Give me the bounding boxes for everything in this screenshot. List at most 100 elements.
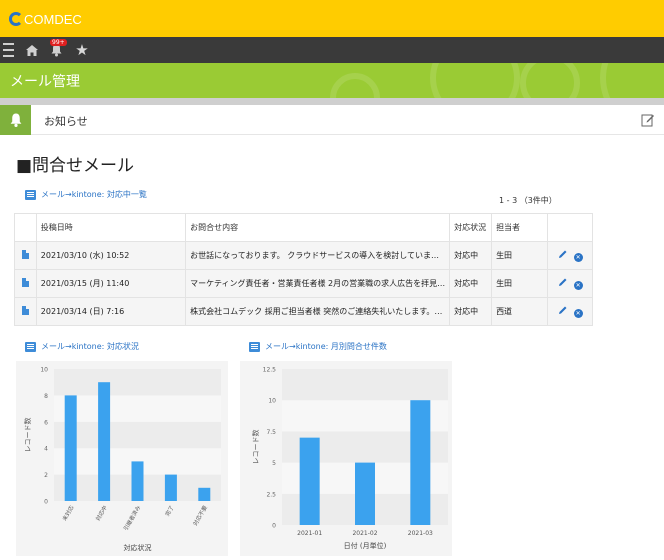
delete-icon[interactable]: ✕ (573, 281, 583, 290)
delete-icon[interactable]: ✕ (573, 253, 583, 262)
y-tick-label: 0 (272, 523, 276, 530)
decorative-circle (600, 63, 664, 98)
chart-link-monthly[interactable]: メール→kintone: 月別問合せ件数 (249, 341, 387, 352)
decorative-circle (330, 73, 380, 98)
edit-pencil-icon[interactable] (558, 277, 568, 287)
favorites-star-icon[interactable]: ★ (74, 37, 90, 63)
content-cell: マーケティング責任者・営業責任者様 2月の営業職の求人広告を拝見… (185, 269, 451, 298)
table-header-cell (14, 213, 37, 242)
chart-bar (410, 400, 431, 525)
chart-link-label: メール→kintone: 月別問合せ件数 (265, 342, 387, 351)
x-axis-label: 日付 (月単位) (344, 541, 387, 550)
chart-bar (164, 474, 177, 501)
list-link-label: メール→kintone: 対応中一覧 (41, 190, 147, 199)
y-tick-label: 2 (44, 472, 48, 479)
table-header-cell: お問合せ内容 (185, 213, 451, 242)
decorative-circle (430, 63, 520, 98)
decorative-circle (520, 63, 580, 98)
home-icon[interactable] (24, 37, 40, 63)
top-logo-bar: COMDEC (0, 0, 664, 37)
date-cell: 2021/03/14 (日) 7:16 (35, 297, 187, 326)
y-tick-label: 10 (268, 398, 276, 405)
table-header-row: 投稿日時 お問合せ内容 対応状況 担当者 (14, 213, 593, 242)
grid-band (54, 395, 221, 422)
x-tick-label: 対応中 (94, 504, 109, 522)
table-header-cell: 対応状況 (449, 213, 493, 242)
list-icon (25, 189, 36, 200)
list-icon (249, 341, 260, 352)
x-tick-label: 2021-03 (408, 530, 433, 537)
chart-bar (355, 462, 375, 525)
x-tick-label: 完了 (163, 504, 175, 518)
table-row[interactable]: 2021/03/10 (水) 10:52 お世話になっております。 クラウドサー… (14, 241, 593, 270)
content-cell: 株式会社コムデック 採用ご担当者様 突然のご連絡失礼いたします。… (185, 297, 451, 326)
chart-link-status[interactable]: メール→kintone: 対応状況 (25, 341, 139, 352)
logo-text: COMDEC (24, 11, 82, 27)
logo-mark-icon (9, 12, 23, 26)
table-header-cell: 投稿日時 (35, 213, 187, 242)
content-cell: お世話になっております。 クラウドサービスの導入を検討していま… (185, 241, 451, 270)
y-axis-label: レコード数 (23, 418, 32, 453)
notice-label: お知らせ (44, 115, 88, 128)
page-title: メール管理 (10, 74, 80, 90)
pagination-info: 1 - 3 （3件中） (499, 196, 557, 205)
chart-bar (64, 395, 77, 501)
section-title: ■問合せメール (16, 156, 135, 176)
x-tick-label: 未対応 (60, 504, 75, 523)
divider-strip (0, 98, 664, 105)
y-tick-label: 0 (44, 499, 48, 506)
inquiry-table: 投稿日時 お問合せ内容 対応状況 担当者 2021/03/10 (水) 10:5… (14, 213, 593, 326)
edit-pencil-icon[interactable] (558, 249, 568, 259)
y-tick-label: 7.5 (266, 429, 276, 436)
status-cell: 対応中 (449, 297, 493, 326)
date-cell: 2021/03/10 (水) 10:52 (35, 241, 187, 270)
monthly-chart-panel: 0 2.5 5 7.5 10 12.5 レコード数 2021-01 2021-02 2021-03… (240, 361, 452, 556)
table-row[interactable]: 2021/03/14 (日) 7:16 株式会社コムデック 採用ご担当者様 突然… (14, 297, 593, 326)
x-tick-label: 引継者済み (122, 504, 143, 532)
grid-band (54, 369, 221, 396)
chart-bar (98, 382, 111, 501)
y-tick-label: 12.5 (263, 367, 277, 374)
table-header-cell (547, 213, 593, 242)
y-tick-label: 5 (272, 460, 276, 467)
date-cell: 2021/03/15 (月) 11:40 (35, 269, 187, 298)
y-tick-label: 6 (44, 419, 48, 426)
y-tick-label: 4 (44, 446, 48, 453)
assignee-cell: 生田 (491, 241, 549, 270)
x-tick-label: 2021-02 (352, 530, 377, 537)
record-detail-icon[interactable] (21, 278, 29, 287)
chart-bar (299, 437, 320, 525)
y-axis-label: レコード数 (251, 430, 260, 465)
delete-icon[interactable]: ✕ (573, 309, 583, 318)
grid-band (282, 369, 448, 401)
status-cell: 対応中 (449, 269, 493, 298)
record-detail-icon[interactable] (21, 250, 29, 259)
list-icon (25, 341, 36, 352)
company-logo[interactable]: COMDEC (9, 11, 82, 27)
chart-link-label: メール→kintone: 対応状況 (41, 342, 139, 351)
chart-bar (198, 487, 211, 501)
y-tick-label: 10 (40, 367, 48, 374)
y-tick-label: 8 (44, 393, 48, 400)
notification-count-badge: 99+ (50, 39, 67, 46)
record-detail-icon[interactable] (21, 306, 29, 315)
x-axis-label: 対応状況 (124, 543, 152, 552)
monthly-bar-chart: 0 2.5 5 7.5 10 12.5 レコード数 2021-01 2021-02 2021-03… (251, 367, 448, 550)
notice-bar: お知らせ (0, 105, 664, 135)
menu-icon[interactable] (0, 37, 16, 63)
edit-pencil-icon[interactable] (558, 305, 568, 315)
assignee-cell: 西道 (491, 297, 549, 326)
chart-bar (131, 461, 144, 501)
x-tick-label: 対応不要 (191, 504, 209, 527)
app-title-band: メール管理 (0, 63, 664, 98)
status-cell: 対応中 (449, 241, 493, 270)
status-chart-panel: 0 2 4 6 8 10 レコード数未対応 対応中 引継者済み 完了 対応不要対応状況 (16, 361, 228, 556)
table-header-cell: 担当者 (491, 213, 549, 242)
list-link-in-progress[interactable]: メール→kintone: 対応中一覧 (25, 189, 147, 200)
table-row[interactable]: 2021/03/15 (月) 11:40 マーケティング責任者・営業責任者様 2… (14, 269, 593, 298)
x-tick-label: 2021-01 (297, 530, 322, 537)
edit-notice-icon[interactable] (641, 113, 655, 127)
grid-band (54, 421, 221, 449)
status-bar-chart: 0 2 4 6 8 10 レコード数未対応 対応中 引継者済み 完了 対応不要対応状況 (23, 367, 221, 552)
assignee-cell: 生田 (491, 269, 549, 298)
